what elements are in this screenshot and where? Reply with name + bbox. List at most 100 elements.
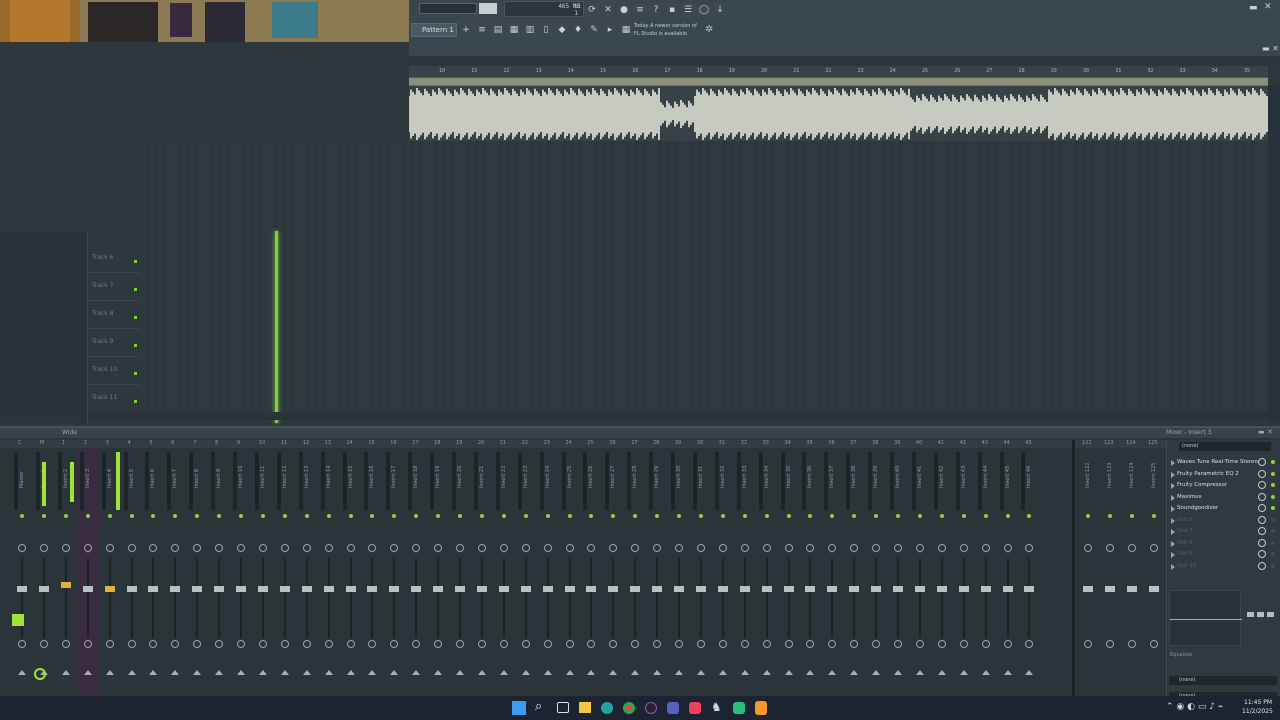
pan-knob[interactable] bbox=[324, 544, 333, 552]
volume-fader[interactable] bbox=[783, 586, 794, 592]
send-led-icon[interactable] bbox=[304, 514, 309, 518]
menu-icon[interactable]: ☰ bbox=[681, 3, 695, 17]
settings-gear-icon[interactable]: ✲ bbox=[705, 24, 713, 35]
send-led-icon[interactable] bbox=[611, 514, 616, 518]
slot-enable-led-icon[interactable] bbox=[1271, 506, 1275, 510]
mixer-strip[interactable]: Insert 24 bbox=[538, 448, 559, 698]
volume-fader[interactable] bbox=[411, 586, 422, 592]
mixer-strip[interactable]: Insert 12 bbox=[275, 448, 296, 698]
mixer-strip[interactable]: Insert 8 bbox=[187, 448, 208, 698]
send-led-icon[interactable] bbox=[698, 514, 703, 518]
volume-fader[interactable] bbox=[498, 586, 509, 592]
route-arrow-icon[interactable] bbox=[83, 670, 92, 675]
volume-fader[interactable] bbox=[695, 586, 706, 592]
send-led-icon[interactable] bbox=[874, 514, 879, 518]
send-led-icon[interactable] bbox=[567, 514, 572, 518]
send-led-icon[interactable] bbox=[1086, 514, 1090, 518]
stereo-knob[interactable] bbox=[959, 640, 968, 648]
volume-fader[interactable] bbox=[455, 586, 465, 592]
volume-fader[interactable] bbox=[38, 586, 49, 592]
route-arrow-icon[interactable] bbox=[543, 670, 552, 675]
mixer-strip[interactable]: Insert 38 bbox=[844, 448, 865, 698]
pan-knob[interactable] bbox=[477, 544, 486, 552]
pan-knob[interactable] bbox=[171, 544, 180, 552]
mixer-strip[interactable]: Master bbox=[12, 448, 33, 698]
mixer-strip[interactable]: Insert 23 bbox=[516, 448, 537, 698]
slot-enable-led-icon[interactable] bbox=[1271, 552, 1275, 556]
send-led-icon[interactable] bbox=[414, 514, 419, 518]
volume-fader[interactable] bbox=[17, 586, 27, 592]
volume-fader[interactable] bbox=[893, 586, 903, 592]
stereo-knob[interactable] bbox=[1128, 640, 1136, 648]
effect-slot[interactable]: Fruity Parametric EQ 2 bbox=[1167, 469, 1280, 480]
mixer-strip[interactable]: Insert 33 bbox=[735, 448, 756, 698]
overview-bar[interactable] bbox=[409, 56, 1280, 66]
pan-knob[interactable] bbox=[61, 544, 70, 552]
mixer-view-icon[interactable]: ▥ bbox=[523, 23, 537, 37]
send-led-icon[interactable] bbox=[896, 514, 900, 518]
mixer-strip[interactable]: Insert 25 bbox=[560, 448, 581, 698]
track-header[interactable]: Track 7 bbox=[88, 273, 140, 301]
route-arrow-icon[interactable] bbox=[631, 670, 640, 675]
news-line-2[interactable]: FL Studio is available bbox=[634, 31, 687, 37]
send-led-icon[interactable] bbox=[786, 514, 791, 518]
send-led-icon[interactable] bbox=[107, 514, 112, 518]
route-arrow-icon[interactable] bbox=[675, 670, 683, 675]
pan-knob[interactable] bbox=[390, 544, 399, 552]
track-header[interactable]: Track 10 bbox=[88, 357, 140, 385]
stereo-knob[interactable] bbox=[762, 640, 771, 648]
mixer-strip[interactable]: Insert 29 bbox=[647, 448, 668, 698]
send-led-icon[interactable] bbox=[742, 514, 747, 518]
route-arrow-icon[interactable] bbox=[346, 670, 355, 675]
mixer-strip[interactable]: Insert 15 bbox=[341, 448, 362, 698]
slot-mix-knob[interactable] bbox=[1258, 538, 1266, 547]
pan-knob[interactable] bbox=[915, 544, 924, 552]
mixer-strip[interactable]: Insert 20 bbox=[450, 448, 471, 698]
stereo-knob[interactable] bbox=[828, 640, 837, 648]
send-led-icon[interactable] bbox=[41, 514, 46, 518]
route-arrow-icon[interactable] bbox=[981, 670, 990, 675]
mixer-strip[interactable]: Insert 125 bbox=[1144, 448, 1165, 698]
route-arrow-icon[interactable] bbox=[477, 670, 486, 675]
track-led-icon[interactable] bbox=[134, 400, 137, 403]
slot-mix-knob[interactable] bbox=[1258, 469, 1266, 478]
route-arrow-icon[interactable] bbox=[806, 670, 815, 675]
route-arrow-icon[interactable] bbox=[740, 670, 749, 675]
effect-slot[interactable]: Soundgoodizer bbox=[1167, 503, 1280, 514]
route-arrow-icon[interactable] bbox=[937, 670, 946, 675]
volume-fader[interactable] bbox=[236, 586, 246, 592]
track-header[interactable]: Track 11 bbox=[88, 385, 140, 413]
stereo-knob[interactable] bbox=[718, 640, 727, 648]
stereo-knob[interactable] bbox=[368, 640, 377, 648]
route-arrow-icon[interactable] bbox=[258, 670, 267, 675]
volume-fader[interactable] bbox=[1024, 586, 1035, 592]
eq-graph[interactable] bbox=[1169, 590, 1242, 646]
volume-fader[interactable] bbox=[1105, 586, 1115, 592]
mixer-strip[interactable]: Insert 18 bbox=[406, 448, 427, 698]
tray-icons[interactable]: ⌃ ◉ ◐ ▭ ♪ ⌁ bbox=[1166, 702, 1223, 712]
stereo-knob[interactable] bbox=[915, 640, 924, 648]
track-led-icon[interactable] bbox=[134, 260, 137, 263]
mixer-strip[interactable]: Insert 11 bbox=[253, 448, 274, 698]
eq-fader[interactable] bbox=[1257, 612, 1264, 617]
stereo-knob[interactable] bbox=[456, 640, 464, 648]
volume-fader[interactable] bbox=[761, 586, 772, 592]
volume-fader[interactable] bbox=[827, 586, 838, 592]
pan-knob[interactable] bbox=[784, 544, 793, 552]
route-arrow-icon[interactable] bbox=[171, 670, 180, 675]
stereo-knob[interactable] bbox=[1003, 640, 1012, 648]
stereo-knob[interactable] bbox=[850, 640, 859, 648]
mixer-strip[interactable]: Insert 26 bbox=[581, 448, 602, 698]
route-arrow-icon[interactable] bbox=[324, 670, 333, 675]
pan-knob[interactable] bbox=[434, 544, 443, 552]
pan-knob[interactable] bbox=[762, 544, 771, 552]
volume-fader[interactable] bbox=[936, 586, 947, 592]
music-icon[interactable] bbox=[689, 702, 701, 714]
mixer-strip[interactable]: Insert 44 bbox=[976, 448, 997, 698]
send-led-icon[interactable] bbox=[458, 514, 462, 518]
plugin-icon[interactable]: ◆ bbox=[555, 23, 569, 37]
send-led-icon[interactable] bbox=[239, 514, 243, 518]
volume-fader[interactable] bbox=[367, 586, 378, 592]
stereo-knob[interactable] bbox=[258, 640, 267, 648]
pan-knob[interactable] bbox=[1128, 544, 1136, 552]
